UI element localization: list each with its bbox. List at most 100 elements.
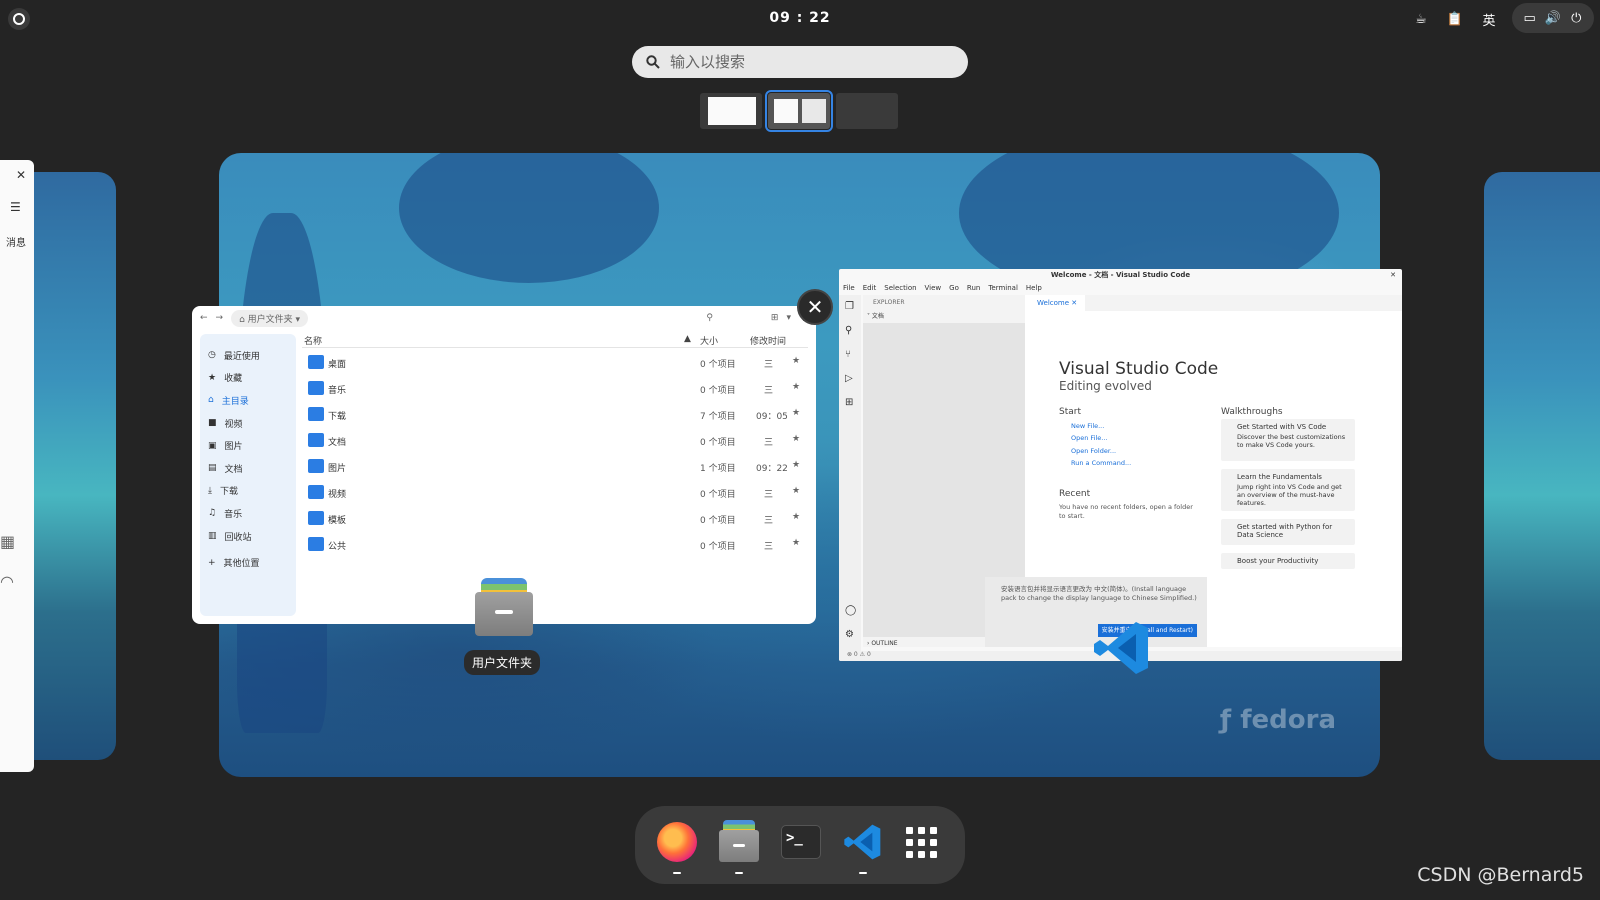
- walkthrough-card[interactable]: Boost your Productivity: [1221, 553, 1355, 569]
- source-control-icon[interactable]: ⑂: [845, 349, 851, 360]
- star-icon[interactable]: ★: [792, 460, 800, 470]
- search-icon[interactable]: ⚲: [706, 313, 713, 323]
- column-name[interactable]: 名称: [304, 334, 322, 347]
- sidebar-item-trash[interactable]: ▥ 回收站: [200, 525, 296, 548]
- table-row[interactable]: 视频 0 个项目三 ★: [302, 480, 808, 506]
- menu-bar: File Edit Selection View Go Run Terminal…: [839, 281, 1402, 295]
- close-window-button[interactable]: ✕: [797, 289, 833, 325]
- menu-item-view[interactable]: View: [925, 284, 942, 292]
- menu-item-help[interactable]: Help: [1026, 284, 1042, 292]
- outline-row[interactable]: › OUTLINE: [867, 640, 897, 647]
- folder-icon: [308, 407, 324, 421]
- dock-item-firefox[interactable]: [653, 818, 701, 874]
- close-icon[interactable]: ✕: [16, 168, 26, 182]
- view-options-icon[interactable]: ▾: [786, 313, 791, 323]
- qr-code-icon[interactable]: ▦: [0, 532, 15, 551]
- vscode-icon: [844, 824, 881, 860]
- sidebar-item-starred[interactable]: ★ 收藏: [200, 367, 296, 390]
- explorer-icon[interactable]: ❐: [845, 301, 854, 312]
- star-icon[interactable]: ★: [792, 356, 800, 366]
- menu-item-run[interactable]: Run: [967, 284, 980, 292]
- star-icon[interactable]: ★: [792, 538, 800, 548]
- walkthrough-card[interactable]: Get Started with VS Code Discover the bes…: [1221, 419, 1355, 461]
- sidebar-item-pictures[interactable]: ▣ 图片: [200, 434, 296, 457]
- star-icon[interactable]: ★: [792, 486, 800, 496]
- run-debug-icon[interactable]: ▷: [845, 373, 853, 384]
- menu-item-file[interactable]: File: [843, 284, 855, 292]
- walkthrough-card[interactable]: Learn the Fundamentals Jump right into VS…: [1221, 469, 1355, 511]
- sidebar-item-other-locations[interactable]: + 其他位置: [200, 551, 296, 574]
- sidebar-item-music[interactable]: ♫ 音乐: [200, 502, 296, 525]
- column-size[interactable]: 大小: [700, 334, 718, 347]
- dock-item-vscode[interactable]: [839, 818, 887, 874]
- table-row[interactable]: 图片 1 个项目 09：22 ★: [302, 454, 808, 480]
- search-icon[interactable]: ⚲: [845, 325, 852, 336]
- extensions-icon[interactable]: ⊞: [845, 397, 853, 408]
- dock-item-files[interactable]: [715, 818, 763, 874]
- workspace-thumbnail-2[interactable]: [765, 90, 833, 132]
- workspace-thumbnail-3[interactable]: [836, 93, 898, 129]
- star-icon[interactable]: ★: [792, 408, 800, 418]
- coffee-icon[interactable]: ☕: [1410, 8, 1432, 30]
- account-icon[interactable]: ◯: [845, 605, 856, 616]
- file-list: 桌面 0 个项目三 ★ 音乐 0 个项目三 ★ 下载 7 个项目 09：05 ★ 文档 0 个项…: [302, 350, 808, 558]
- new-file-link[interactable]: New File...: [1071, 422, 1104, 430]
- forward-icon[interactable]: →: [216, 313, 224, 323]
- table-row[interactable]: 下载 7 个项目 09：05 ★: [302, 402, 808, 428]
- show-apps-button[interactable]: [897, 818, 945, 866]
- path-label: 用户文件夹: [247, 314, 293, 325]
- table-row[interactable]: 公共 0 个项目三 ★: [302, 532, 808, 558]
- menu-item-go[interactable]: Go: [949, 284, 959, 292]
- vscode-app-icon: [1094, 622, 1148, 674]
- sidebar-item-documents[interactable]: ▤ 文档: [200, 457, 296, 480]
- start-heading: Start: [1059, 407, 1081, 417]
- menu-item-terminal[interactable]: Terminal: [988, 284, 1018, 292]
- table-row[interactable]: 桌面 0 个项目三 ★: [302, 350, 808, 376]
- workspace-switcher: [700, 90, 898, 132]
- star-icon[interactable]: ★: [792, 512, 800, 522]
- side-window-edge[interactable]: ✕ ☰ 消息 ▦ ◠: [0, 160, 34, 772]
- close-icon[interactable]: ✕: [1390, 269, 1396, 281]
- menu-item-selection[interactable]: Selection: [884, 284, 916, 292]
- table-row[interactable]: 模板 0 个项目三 ★: [302, 506, 808, 532]
- sidebar-item-downloads[interactable]: ⤓ 下载: [200, 480, 296, 503]
- input-method-indicator[interactable]: 英: [1478, 8, 1500, 30]
- folder-icon: [308, 485, 324, 499]
- workspace-thumbnail-1[interactable]: [700, 93, 762, 129]
- star-icon[interactable]: ★: [792, 382, 800, 392]
- welcome-heading: Visual Studio Code: [1059, 359, 1219, 379]
- open-folder-link[interactable]: Open Folder...: [1071, 447, 1116, 455]
- file-manager-window[interactable]: ← → ⌂ 用户文件夹 ▾ ⚲ ⊞ ▾ ⋮ ◷最近使用 ★收藏 ⌂主目录 ■视频…: [192, 306, 816, 624]
- sidebar-item-videos[interactable]: ■ 视频: [200, 412, 296, 435]
- clock[interactable]: 09 : 22: [0, 10, 1600, 26]
- sidebar-item-recent[interactable]: ◷ 最近使用: [200, 344, 296, 367]
- view-grid-icon[interactable]: ⊞: [771, 313, 779, 323]
- system-menu[interactable]: ▭ 🔊 ⏻: [1512, 3, 1594, 33]
- column-headers: 名称 ▲ 大小 修改时间: [302, 332, 808, 348]
- path-bar[interactable]: ⌂ 用户文件夹 ▾: [231, 309, 309, 327]
- vscode-window[interactable]: Welcome - 文档 - Visual Studio Code ✕ File …: [839, 269, 1402, 661]
- folder-icon: [308, 433, 324, 447]
- table-row[interactable]: 音乐 0 个项目三 ★: [302, 376, 808, 402]
- menu-icon[interactable]: ☰: [10, 200, 21, 214]
- search-input[interactable]: [670, 53, 950, 71]
- gear-icon[interactable]: ⚙: [845, 629, 854, 640]
- tab-welcome[interactable]: Welcome ✕: [1025, 295, 1085, 311]
- wallpaper-foliage: [399, 153, 659, 283]
- clipboard-icon[interactable]: 📋: [1444, 8, 1466, 30]
- workspace-preview-next[interactable]: [1484, 172, 1600, 760]
- star-icon[interactable]: ★: [792, 434, 800, 444]
- open-file-link[interactable]: Open File...: [1071, 434, 1108, 442]
- column-modified[interactable]: 修改时间: [750, 334, 786, 347]
- back-icon[interactable]: ←: [200, 313, 208, 323]
- headset-icon[interactable]: ◠: [0, 572, 14, 591]
- fedora-logo: ƒ fedora: [1219, 705, 1336, 735]
- recent-text: You have no recent folders, open a folde…: [1059, 503, 1193, 520]
- folder-row[interactable]: ˅ 文档: [867, 311, 884, 320]
- sidebar-item-home[interactable]: ⌂ 主目录: [200, 389, 296, 412]
- menu-item-edit[interactable]: Edit: [863, 284, 877, 292]
- dock-item-terminal[interactable]: [777, 818, 825, 866]
- run-command-link[interactable]: Run a Command...: [1071, 459, 1131, 467]
- table-row[interactable]: 文档 0 个项目三 ★: [302, 428, 808, 454]
- walkthrough-card[interactable]: Get started with Python for Data Science: [1221, 519, 1355, 545]
